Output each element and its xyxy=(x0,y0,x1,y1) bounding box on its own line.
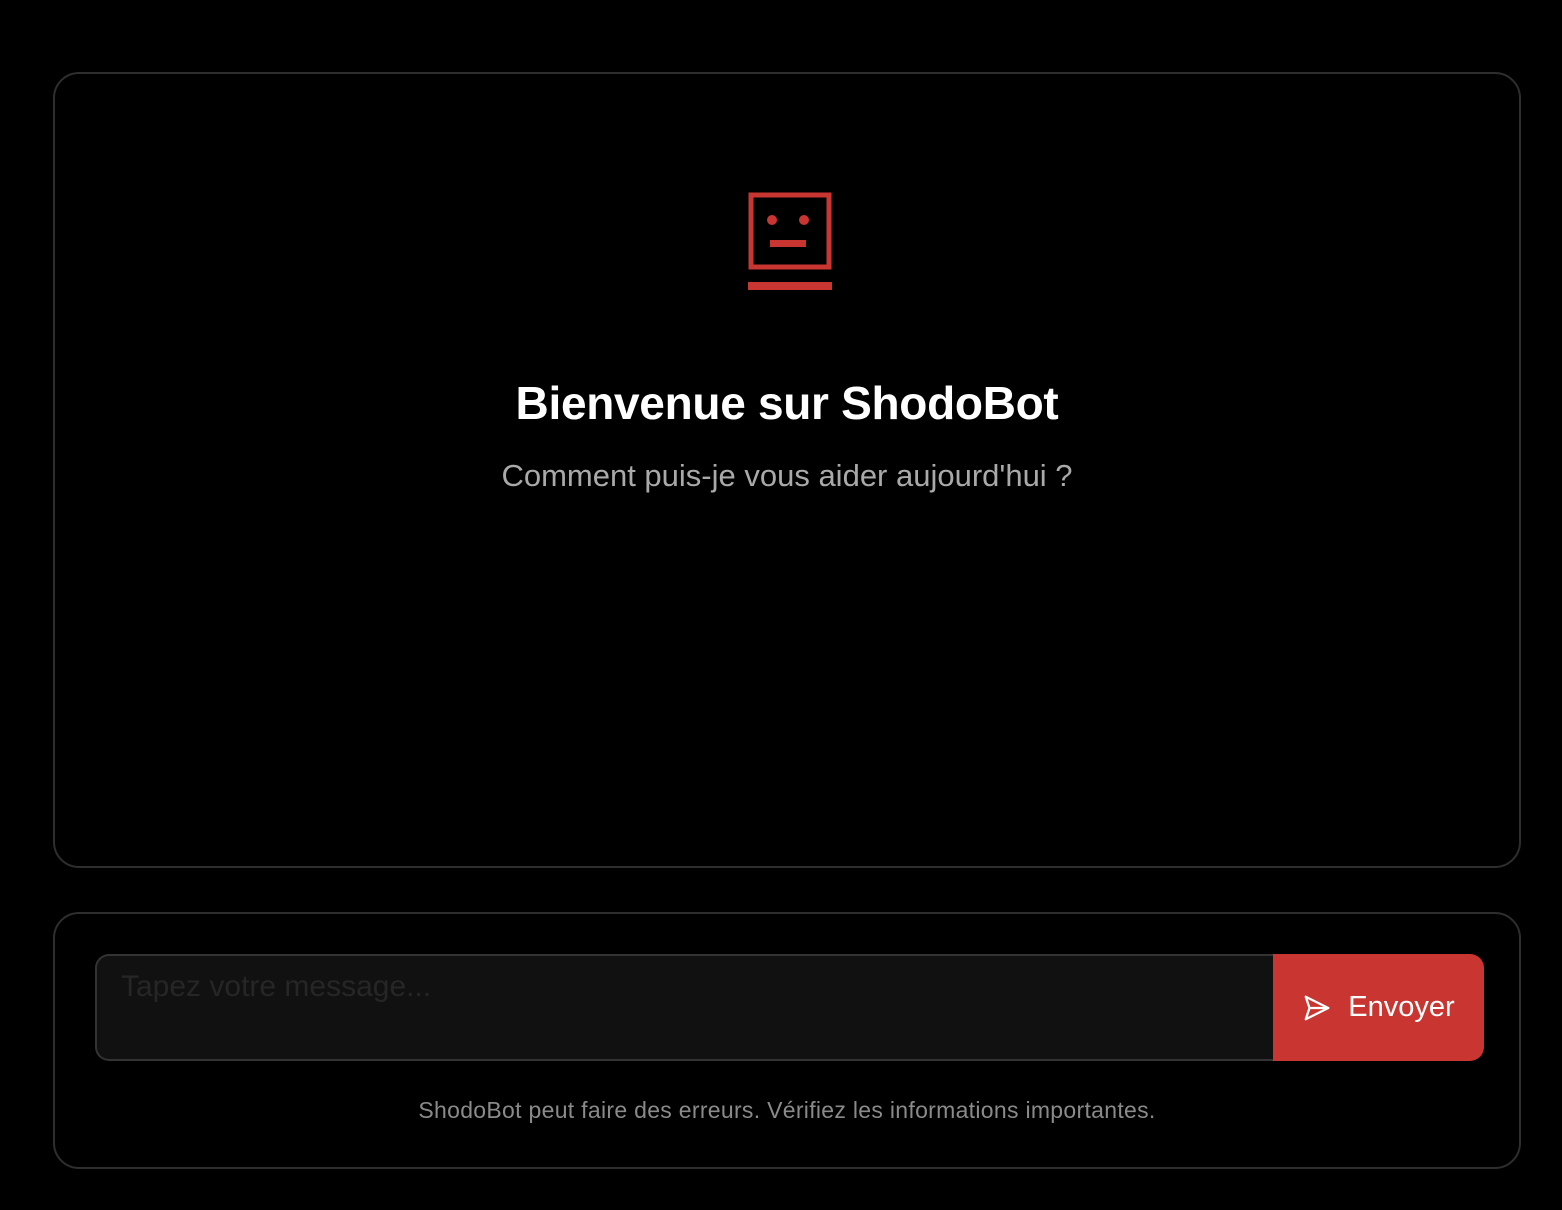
message-input[interactable] xyxy=(95,954,1273,1061)
welcome-subtitle: Comment puis-je vous aider aujourd'hui ? xyxy=(501,458,1073,493)
disclaimer-text: ShodoBot peut faire des erreurs. Vérifie… xyxy=(418,1097,1156,1123)
send-button-label: Envoyer xyxy=(1348,991,1455,1023)
robot-face-icon xyxy=(748,192,832,290)
send-button[interactable]: Envoyer xyxy=(1273,954,1484,1061)
send-icon xyxy=(1304,995,1330,1020)
chat-messages-panel: Bienvenue sur ShodoBot Comment puis-je v… xyxy=(53,72,1521,868)
message-composer: Envoyer ShodoBot peut faire des erreurs.… xyxy=(53,912,1521,1169)
welcome-title: Bienvenue sur ShodoBot xyxy=(515,377,1059,429)
